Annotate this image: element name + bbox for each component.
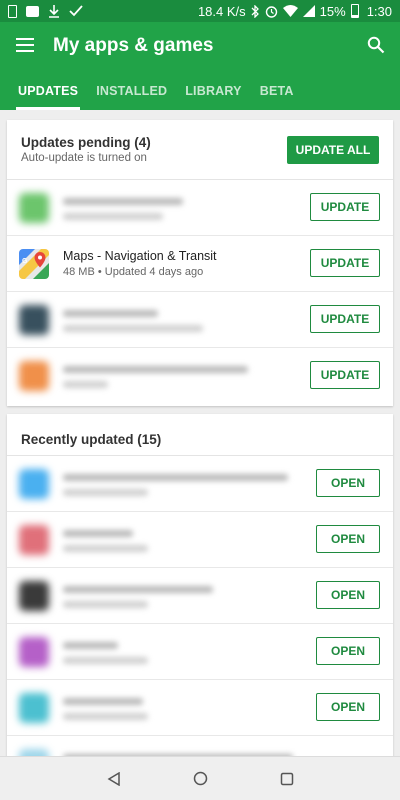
blurred-app-name <box>63 530 133 537</box>
wifi-icon <box>282 5 298 17</box>
blurred-app-name <box>63 198 183 205</box>
auto-update-status: Auto-update is turned on <box>21 152 147 164</box>
check-icon <box>69 5 83 17</box>
open-button[interactable]: OPEN <box>316 637 380 665</box>
app-icon <box>19 193 49 223</box>
updates-pending-title: Updates pending (4) <box>21 135 151 150</box>
network-speed: 18.4 K/s <box>197 3 246 19</box>
recent-row[interactable]: OPEN <box>7 680 393 736</box>
blurred-app-name <box>63 642 118 649</box>
updates-header: Updates pending (4) Auto-update is turne… <box>7 120 393 180</box>
blurred-app-meta <box>63 489 148 496</box>
google-maps-icon: G <box>19 249 49 279</box>
back-icon[interactable] <box>107 771 121 786</box>
blurred-app-name <box>63 310 158 317</box>
recent-row[interactable]: OPEN <box>7 456 393 512</box>
recent-row[interactable]: OPEN <box>7 624 393 680</box>
battery-icon <box>350 4 359 18</box>
blurred-app-meta <box>63 657 148 664</box>
blurred-app-name <box>63 586 213 593</box>
app-icon <box>19 637 49 667</box>
open-button[interactable]: OPEN <box>316 525 380 553</box>
update-button[interactable]: UPDATE <box>310 361 380 389</box>
tab-updates[interactable]: UPDATES <box>15 78 81 110</box>
navigation-bar <box>0 756 400 800</box>
app-icon <box>19 581 49 611</box>
recent-row[interactable]: OPEN <box>7 512 393 568</box>
battery-percent: 15% <box>319 3 346 19</box>
blurred-app-meta <box>63 545 148 552</box>
blurred-app-meta <box>63 325 203 332</box>
open-button[interactable]: OPEN <box>316 581 380 609</box>
clock: 1:30 <box>366 3 392 19</box>
status-left-icons <box>8 4 83 18</box>
app-bar: My apps & games UPDATES INSTALLED LIBRAR… <box>0 22 400 110</box>
bluetooth-icon <box>251 4 259 18</box>
blurred-app-meta <box>63 601 148 608</box>
recent-row[interactable]: OPEN <box>7 568 393 624</box>
blurred-app-meta <box>63 213 163 220</box>
tab-beta[interactable]: BETA <box>260 78 294 110</box>
blurred-app-meta <box>63 713 148 720</box>
recents-icon[interactable] <box>280 772 294 786</box>
menu-icon[interactable] <box>16 38 34 52</box>
status-right: 18.4 K/s 15% 1:30 <box>198 4 392 19</box>
tab-library[interactable]: LIBRARY <box>185 78 242 110</box>
app-icon <box>19 305 49 335</box>
blurred-app-name <box>63 366 248 373</box>
app-icon <box>19 693 49 723</box>
update-row[interactable]: UPDATE <box>7 180 393 236</box>
recently-updated-card: Recently updated (15) OPEN OPEN OPEN OPE… <box>7 414 393 760</box>
page-title: My apps & games <box>53 35 214 56</box>
update-button[interactable]: UPDATE <box>310 305 380 333</box>
app-icon <box>19 361 49 391</box>
update-all-button[interactable]: UPDATE ALL <box>287 136 379 164</box>
update-row[interactable]: UPDATE <box>7 292 393 348</box>
update-button[interactable]: UPDATE <box>310 249 380 277</box>
update-row[interactable]: UPDATE <box>7 348 393 404</box>
search-icon[interactable] <box>367 36 385 54</box>
app-icon <box>19 525 49 555</box>
blurred-app-name <box>63 698 143 705</box>
sim-card-icon <box>8 4 17 18</box>
update-button[interactable]: UPDATE <box>310 193 380 221</box>
app-icon <box>19 469 49 499</box>
recently-updated-title: Recently updated (15) <box>21 432 162 447</box>
notification-icon <box>26 5 39 17</box>
open-button[interactable]: OPEN <box>316 693 380 721</box>
recent-header: Recently updated (15) <box>7 414 393 456</box>
open-button[interactable]: OPEN <box>316 469 380 497</box>
home-icon[interactable] <box>193 771 208 786</box>
download-icon <box>49 4 59 18</box>
tab-bar: UPDATES INSTALLED LIBRARY BETA <box>0 78 400 110</box>
tab-installed[interactable]: INSTALLED <box>96 78 167 110</box>
updates-pending-card: Updates pending (4) Auto-update is turne… <box>7 120 393 406</box>
blurred-app-name <box>63 474 288 481</box>
app-meta: 48 MB • Updated 4 days ago <box>63 266 204 278</box>
blurred-app-meta <box>63 381 108 388</box>
svg-text:G: G <box>22 258 28 265</box>
app-name: Maps - Navigation & Transit <box>63 249 217 263</box>
signal-icon <box>302 5 315 17</box>
update-row-maps[interactable]: G Maps - Navigation & Transit 48 MB • Up… <box>7 236 393 292</box>
alarm-icon <box>265 5 277 18</box>
status-bar: 18.4 K/s 15% 1:30 <box>0 0 400 22</box>
